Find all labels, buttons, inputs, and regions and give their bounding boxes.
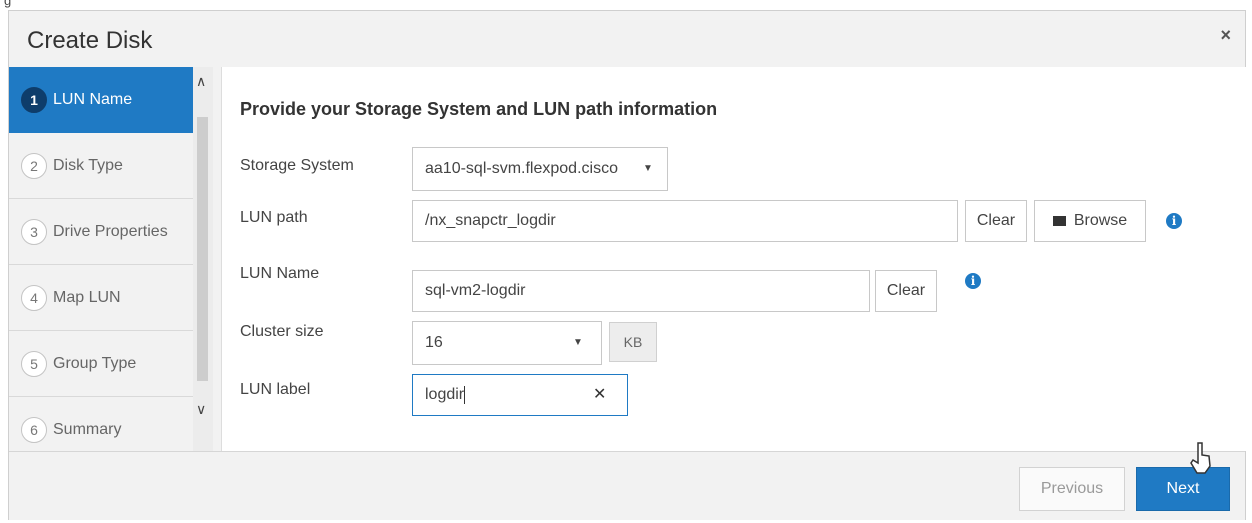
lun-label-label: LUN label (240, 381, 311, 398)
clear-icon[interactable]: ✕ (593, 375, 606, 415)
storage-system-select[interactable]: aa10-sql-svm.flexpod.cisco ▼ (412, 147, 668, 191)
chevron-down-icon: ▼ (573, 337, 583, 348)
create-disk-dialog: Create Disk × 1 LUN Name 2 Disk Type 3 D… (8, 10, 1246, 520)
step-disk-type[interactable]: 2 Disk Type (9, 133, 193, 199)
form-heading: Provide your Storage System and LUN path… (240, 99, 718, 119)
step-summary[interactable]: 6 Summary (9, 397, 193, 451)
step-label: Map LUN (53, 289, 121, 306)
dialog-footer: Previous Next (9, 451, 1245, 520)
form-panel: Provide your Storage System and LUN path… (221, 67, 1246, 451)
step-label: Group Type (53, 355, 137, 372)
chevron-down-icon: ▼ (643, 163, 653, 174)
text-cursor (464, 385, 466, 404)
folder-icon (1052, 216, 1066, 226)
previous-button[interactable]: Previous (1019, 467, 1125, 511)
scroll-down-icon[interactable]: ∨ (196, 401, 206, 418)
storage-system-label: Storage System (240, 157, 354, 174)
lun-path-info-icon[interactable]: i (1166, 213, 1182, 229)
step-number: 1 (21, 87, 47, 113)
cluster-size-value: 16 (425, 334, 443, 351)
lun-label-value: logdir (425, 386, 465, 403)
cluster-size-unit: KB (609, 322, 657, 362)
cluster-size-select[interactable]: 16 ▼ (412, 321, 602, 365)
close-icon[interactable]: × (1220, 25, 1231, 46)
dialog-title: Create Disk (27, 27, 153, 54)
dialog-header: Create Disk × (9, 11, 1245, 67)
cropped-document-text: g (4, 0, 12, 8)
steps-scrollbar[interactable]: ∧ ∨ (193, 67, 213, 451)
storage-system-value: aa10-sql-svm.flexpod.cisco (425, 160, 618, 177)
step-number: 6 (21, 417, 47, 443)
step-number: 5 (21, 351, 47, 377)
cluster-size-label: Cluster size (240, 323, 324, 340)
step-lun-name[interactable]: 1 LUN Name (9, 67, 193, 133)
step-label: LUN Name (53, 91, 133, 108)
step-number: 3 (21, 219, 47, 245)
lun-path-input[interactable]: /nx_snapctr_logdir (412, 200, 958, 242)
step-number: 2 (21, 153, 47, 179)
mouse-pointer-icon (1190, 442, 1211, 474)
lun-path-label: LUN path (240, 209, 308, 226)
lun-name-info-icon[interactable]: i (965, 273, 981, 289)
lun-label-input[interactable]: logdir ✕ (412, 374, 628, 416)
step-group-type[interactable]: 5 Group Type (9, 331, 193, 397)
browse-button[interactable]: Browse (1034, 200, 1146, 242)
next-button[interactable]: Next (1136, 467, 1230, 511)
scroll-up-icon[interactable]: ∧ (196, 73, 206, 90)
step-label: Drive Properties (53, 223, 168, 240)
step-label: Summary (53, 421, 122, 438)
lun-path-clear-button[interactable]: Clear (965, 200, 1027, 242)
lun-name-input[interactable]: sql-vm2-logdir (412, 270, 870, 312)
step-number: 4 (21, 285, 47, 311)
scrollbar-thumb[interactable] (197, 117, 208, 381)
browse-label: Browse (1073, 212, 1128, 229)
step-drive-properties[interactable]: 3 Drive Properties (9, 199, 193, 265)
step-label: Disk Type (53, 157, 123, 174)
lun-name-clear-button[interactable]: Clear (875, 270, 937, 312)
wizard-steps: 1 LUN Name 2 Disk Type 3 Drive Propertie… (9, 67, 193, 451)
step-map-lun[interactable]: 4 Map LUN (9, 265, 193, 331)
lun-name-label: LUN Name (240, 265, 320, 282)
